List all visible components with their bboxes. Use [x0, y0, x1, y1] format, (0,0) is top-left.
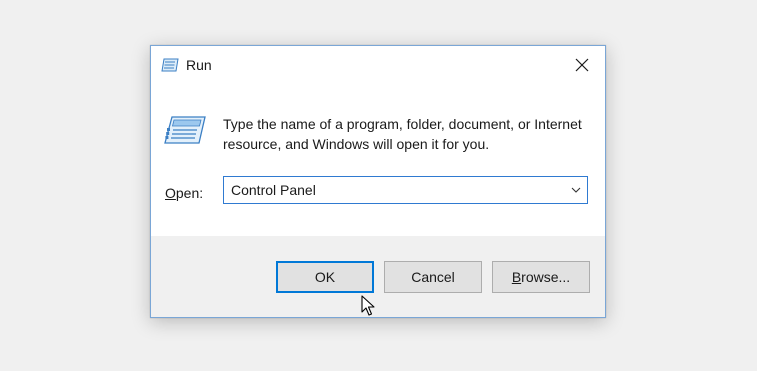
browse-label-rest: rowse...	[521, 269, 571, 285]
dropdown-button[interactable]	[565, 177, 587, 203]
ok-button[interactable]: OK	[276, 261, 374, 293]
open-input[interactable]	[224, 177, 566, 203]
dialog-body: Type the name of a program, folder, docu…	[151, 84, 605, 236]
close-button[interactable]	[559, 46, 605, 84]
cancel-button-label: Cancel	[411, 269, 455, 285]
run-dialog: Run Type the name of a program, folder, …	[150, 45, 606, 318]
ok-button-label: OK	[314, 269, 336, 285]
open-label-rest: pen:	[175, 185, 204, 201]
button-bar: OK Cancel Browse...	[151, 236, 605, 317]
run-icon	[161, 58, 179, 72]
browse-button[interactable]: Browse...	[492, 261, 590, 293]
mouse-pointer-icon	[361, 295, 375, 316]
open-label: Open:	[165, 185, 203, 201]
open-label-accelerator: O	[165, 185, 176, 201]
cancel-button[interactable]: Cancel	[384, 261, 482, 293]
close-icon	[575, 58, 589, 72]
chevron-down-icon	[571, 187, 581, 193]
browse-accelerator: B	[511, 269, 522, 285]
open-combobox[interactable]	[223, 176, 588, 204]
browse-button-label: Browse...	[512, 269, 570, 285]
dialog-title: Run	[186, 57, 212, 73]
title-bar: Run	[151, 46, 605, 84]
run-icon	[164, 116, 206, 144]
description-text: Type the name of a program, folder, docu…	[223, 116, 582, 152]
